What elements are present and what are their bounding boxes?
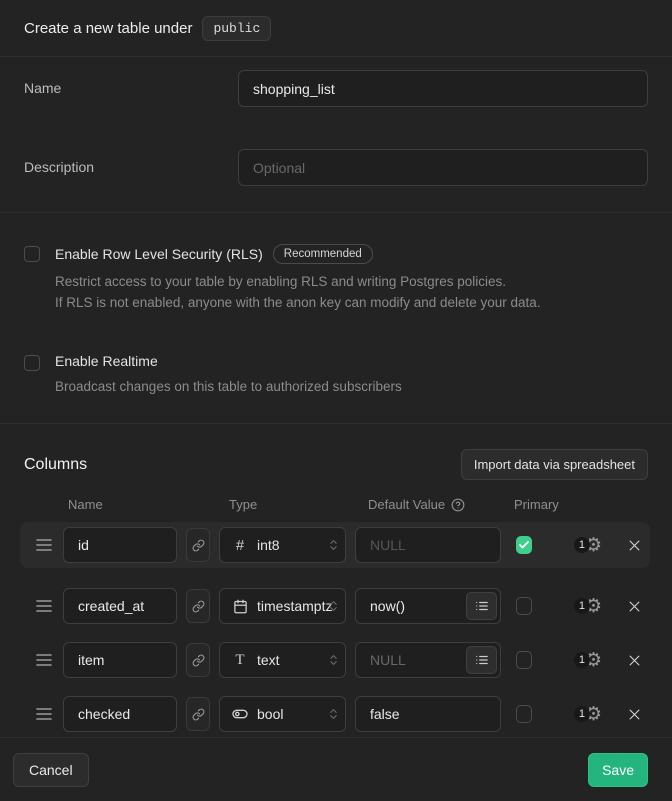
foreign-key-link-button[interactable] bbox=[186, 643, 210, 677]
default-value-input[interactable] bbox=[355, 527, 501, 563]
calendar-icon bbox=[231, 599, 249, 614]
primary-checkbox[interactable] bbox=[516, 705, 532, 723]
column-type-label: int8 bbox=[257, 537, 280, 553]
chevron-up-down-icon bbox=[327, 708, 340, 721]
drag-handle-icon[interactable] bbox=[34, 600, 54, 612]
text-type-icon: T bbox=[231, 652, 249, 669]
column-type-select[interactable]: T text bbox=[219, 642, 346, 678]
drag-handle-icon[interactable] bbox=[34, 539, 54, 551]
columns-section: Columns Import data via spreadsheet Name… bbox=[0, 424, 672, 737]
column-type-label: bool bbox=[257, 706, 283, 722]
header-default-value-label: Default Value bbox=[368, 497, 445, 512]
rls-description-line2: If RLS is not enabled, anyone with the a… bbox=[55, 292, 541, 313]
delete-column-button[interactable] bbox=[622, 707, 646, 722]
rls-description: Restrict access to your table by enablin… bbox=[55, 271, 541, 313]
header-name: Name bbox=[63, 497, 177, 512]
help-circle-icon[interactable] bbox=[451, 498, 465, 512]
column-type-label: timestamptz bbox=[257, 598, 332, 614]
chevron-up-down-icon bbox=[327, 539, 340, 552]
table-options-section: Enable Row Level Security (RLS) Recommen… bbox=[0, 213, 672, 424]
create-table-dialog: Create a new table under public Name Des… bbox=[0, 0, 672, 787]
import-spreadsheet-button[interactable]: Import data via spreadsheet bbox=[461, 449, 648, 480]
header-primary: Primary bbox=[510, 497, 554, 512]
table-name-input[interactable] bbox=[238, 70, 648, 107]
close-icon bbox=[627, 653, 642, 668]
delete-column-button[interactable] bbox=[622, 599, 646, 614]
link-icon bbox=[192, 539, 205, 552]
link-icon bbox=[192, 708, 205, 721]
column-row-item: T text 1 ⚙ bbox=[20, 637, 650, 683]
dialog-footer: Cancel Save bbox=[0, 737, 672, 801]
dialog-header: Create a new table under public bbox=[0, 0, 672, 57]
foreign-key-link-button[interactable] bbox=[186, 528, 210, 562]
table-description-input[interactable] bbox=[238, 149, 648, 186]
realtime-label: Enable Realtime bbox=[55, 353, 158, 369]
header-type: Type bbox=[219, 497, 346, 512]
columns-title: Columns bbox=[24, 456, 87, 474]
drag-handle-icon[interactable] bbox=[34, 708, 54, 720]
link-icon bbox=[192, 654, 205, 667]
column-name-input[interactable] bbox=[63, 696, 177, 732]
rls-checkbox[interactable] bbox=[24, 246, 40, 262]
list-icon bbox=[475, 653, 489, 667]
column-settings-button[interactable]: 1 ⚙ bbox=[563, 536, 613, 555]
schema-badge: public bbox=[202, 16, 271, 41]
header-default-value: Default Value bbox=[355, 497, 501, 512]
dialog-title: Create a new table under bbox=[24, 20, 192, 37]
column-settings-button[interactable]: 1 ⚙ bbox=[563, 597, 613, 616]
close-icon bbox=[627, 707, 642, 722]
realtime-checkbox[interactable] bbox=[24, 355, 40, 371]
settings-count-badge: 1 bbox=[574, 706, 590, 722]
toggle-icon bbox=[231, 706, 249, 722]
delete-column-button[interactable] bbox=[622, 538, 646, 553]
chevron-up-down-icon bbox=[327, 600, 340, 613]
settings-count-badge: 1 bbox=[574, 652, 590, 668]
check-icon bbox=[518, 539, 530, 551]
rls-label: Enable Row Level Security (RLS) bbox=[55, 246, 263, 262]
list-icon bbox=[475, 599, 489, 613]
delete-column-button[interactable] bbox=[622, 653, 646, 668]
settings-count-badge: 1 bbox=[574, 537, 590, 553]
column-row-checked: bool 1 ⚙ bbox=[20, 691, 650, 737]
close-icon bbox=[627, 538, 642, 553]
columns-table-header: Name Type Default Value Primary bbox=[20, 497, 650, 512]
default-value-picker-button[interactable] bbox=[466, 646, 497, 674]
column-type-label: text bbox=[257, 652, 280, 668]
column-row-created-at: timestamptz 1 ⚙ bbox=[20, 583, 650, 629]
chevron-up-down-icon bbox=[327, 654, 340, 667]
primary-checkbox[interactable] bbox=[516, 536, 532, 554]
column-name-input[interactable] bbox=[63, 588, 177, 624]
rls-description-line1: Restrict access to your table by enablin… bbox=[55, 271, 541, 292]
rls-toggle-block: Enable Row Level Security (RLS) Recommen… bbox=[24, 244, 648, 313]
description-label: Description bbox=[24, 149, 238, 175]
save-button[interactable]: Save bbox=[588, 753, 648, 787]
column-type-select[interactable]: bool bbox=[219, 696, 346, 732]
settings-count-badge: 1 bbox=[574, 598, 590, 614]
primary-checkbox[interactable] bbox=[516, 597, 532, 615]
default-value-input[interactable] bbox=[355, 696, 501, 732]
hash-icon: # bbox=[231, 537, 249, 554]
primary-checkbox[interactable] bbox=[516, 651, 532, 669]
column-type-select[interactable]: timestamptz bbox=[219, 588, 346, 624]
recommended-badge: Recommended bbox=[273, 244, 373, 264]
column-settings-button[interactable]: 1 ⚙ bbox=[563, 651, 613, 670]
default-value-picker-button[interactable] bbox=[466, 592, 497, 620]
realtime-description: Broadcast changes on this table to autho… bbox=[55, 376, 402, 397]
column-name-input[interactable] bbox=[63, 642, 177, 678]
close-icon bbox=[627, 599, 642, 614]
column-type-select[interactable]: # int8 bbox=[219, 527, 346, 563]
column-settings-button[interactable]: 1 ⚙ bbox=[563, 705, 613, 724]
foreign-key-link-button[interactable] bbox=[186, 589, 210, 623]
link-icon bbox=[192, 600, 205, 613]
column-name-input[interactable] bbox=[63, 527, 177, 563]
column-row-id: # int8 1 ⚙ bbox=[20, 522, 650, 568]
cancel-button[interactable]: Cancel bbox=[13, 753, 89, 787]
table-info-section: Name Description bbox=[0, 57, 672, 213]
realtime-toggle-block: Enable Realtime Broadcast changes on thi… bbox=[24, 353, 648, 397]
name-label: Name bbox=[24, 70, 238, 96]
drag-handle-icon[interactable] bbox=[34, 654, 54, 666]
foreign-key-link-button[interactable] bbox=[186, 697, 210, 731]
